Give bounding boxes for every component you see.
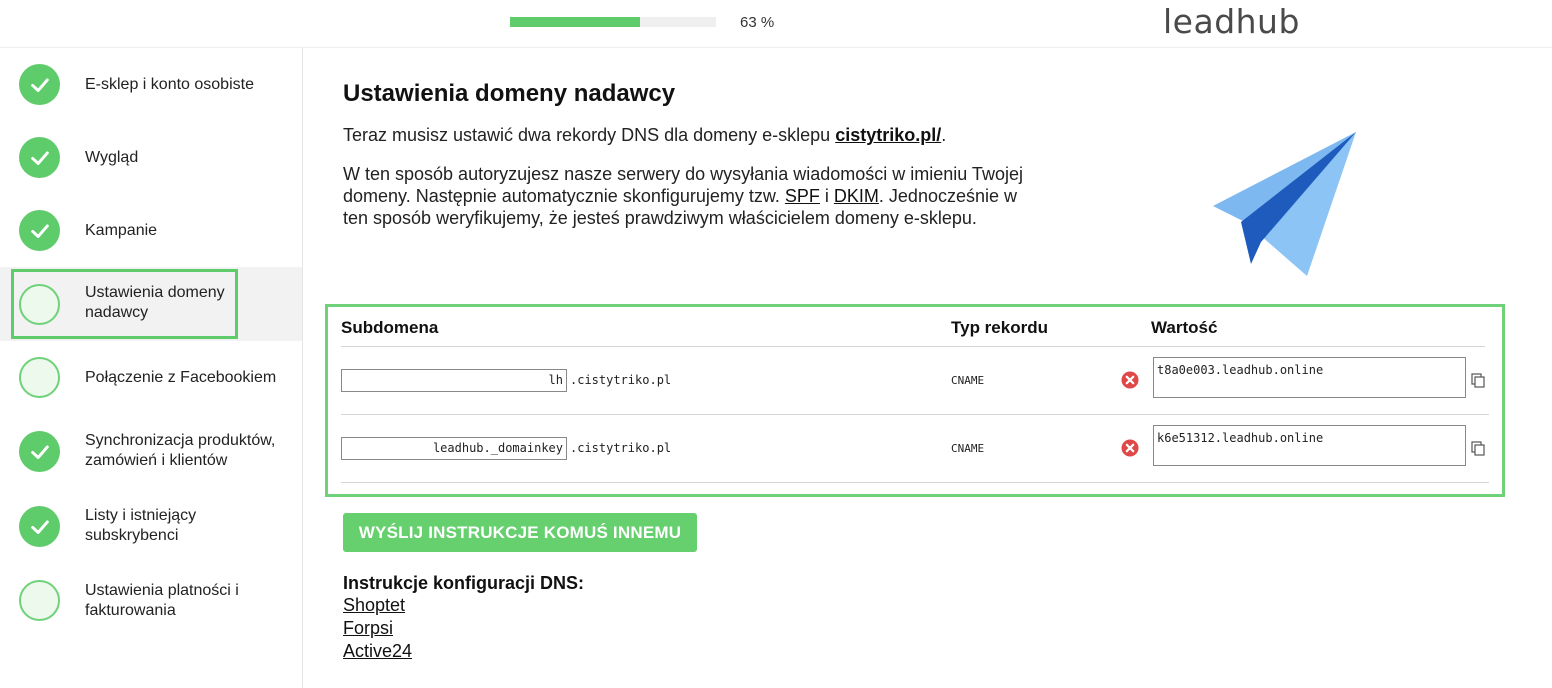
header-record-type: Typ rekordu	[951, 318, 1048, 337]
guide-link-shoptet[interactable]: Shoptet	[343, 594, 412, 617]
paper-plane-icon	[1213, 132, 1356, 276]
domain-suffix: .cistytriko.pl	[570, 441, 672, 455]
description-text: W ten sposób autoryzujesz nasze serwery …	[343, 163, 1033, 229]
row-divider	[341, 414, 1489, 415]
dns-guides-links: Shoptet Forpsi Active24	[343, 594, 412, 663]
guide-link-active24[interactable]: Active24	[343, 640, 412, 663]
desc-and: i	[819, 186, 834, 206]
progress-fill	[510, 17, 640, 27]
onboarding-sidebar: E-sklep i konto osobiste Wygląd Kampanie…	[0, 48, 303, 688]
main-content: Ustawienia domeny nadawcy Teraz musisz u…	[304, 48, 1552, 688]
record-value-field[interactable]: k6e51312.leadhub.online	[1153, 425, 1466, 466]
sidebar-item-lists[interactable]: Listy i istniejący subskrybenci	[0, 490, 302, 565]
send-instructions-button[interactable]: WYŚLIJ INSTRUKCJE KOMUŚ INNEMU	[343, 513, 697, 552]
error-icon	[1121, 371, 1139, 389]
dns-records-table: Subdomena Typ rekordu Wartość lh .cistyt…	[325, 304, 1505, 497]
sidebar-item-appearance[interactable]: Wygląd	[0, 121, 302, 194]
sidebar-item-label: Połączenie z Facebookiem	[85, 369, 277, 386]
row-divider	[341, 482, 1489, 483]
sidebar-item-label: Wygląd	[85, 149, 139, 166]
header-value: Wartość	[1151, 318, 1218, 337]
check-icon	[19, 64, 60, 105]
top-bar: 63 % leadhub	[0, 0, 1552, 48]
check-icon	[19, 137, 60, 178]
active-step-highlight	[11, 269, 238, 339]
intro-prefix: Teraz musisz ustawić dwa rekordy DNS dla…	[343, 125, 836, 145]
spf-link[interactable]: SPF	[785, 186, 820, 206]
error-icon	[1121, 439, 1139, 457]
dkim-link[interactable]: DKIM	[834, 186, 879, 206]
subdomain-input[interactable]: lh	[341, 369, 567, 392]
dns-guides-title: Instrukcje konfiguracji DNS:	[343, 573, 585, 593]
sidebar-item-label: E-sklep i konto osobiste	[85, 76, 254, 93]
subdomain-input[interactable]: leadhub._domainkey	[341, 437, 567, 460]
sidebar-item-eshop[interactable]: E-sklep i konto osobiste	[0, 48, 302, 121]
check-icon	[19, 210, 60, 251]
progress-bar	[510, 17, 716, 27]
sidebar-item-label: Synchronizacja produktów, zamówień i kli…	[85, 432, 276, 469]
intro-suffix: .	[941, 125, 947, 145]
sidebar-item-sync[interactable]: Synchronizacja produktów, zamówień i kli…	[0, 414, 302, 490]
record-type: CNAME	[951, 374, 985, 387]
empty-circle-icon	[19, 357, 60, 398]
sidebar-item-facebook[interactable]: Połączenie z Facebookiem	[0, 341, 302, 414]
sidebar-item-label: Kampanie	[85, 222, 158, 239]
record-type: CNAME	[951, 442, 985, 455]
sidebar-item-label: Listy i istniejący subskrybenci	[85, 507, 197, 544]
sidebar-item-billing[interactable]: Ustawienia platności i fakturowania	[0, 565, 302, 640]
leadhub-logo[interactable]: leadhub	[1163, 2, 1300, 41]
header-divider	[341, 346, 1485, 347]
sidebar-item-campaigns[interactable]: Kampanie	[0, 194, 302, 267]
guide-link-forpsi[interactable]: Forpsi	[343, 617, 412, 640]
check-icon	[19, 506, 60, 547]
domain-suffix: .cistytriko.pl	[570, 373, 672, 387]
copy-icon[interactable]	[1471, 441, 1485, 456]
eshop-domain: cistytriko.pl/	[835, 125, 942, 145]
eshop-domain-link[interactable]: cistytriko.pl/	[835, 125, 941, 145]
intro-text: Teraz musisz ustawić dwa rekordy DNS dla…	[343, 125, 946, 146]
record-value-field[interactable]: t8a0e003.leadhub.online	[1153, 357, 1466, 398]
page-title: Ustawienia domeny nadawcy	[343, 80, 676, 107]
progress-percent: 63 %	[740, 14, 775, 31]
check-icon	[19, 431, 60, 472]
header-subdomain: Subdomena	[341, 318, 439, 337]
sidebar-item-label: Ustawienia platności i fakturowania	[85, 582, 239, 619]
copy-icon[interactable]	[1471, 373, 1485, 388]
empty-circle-icon	[19, 580, 60, 621]
